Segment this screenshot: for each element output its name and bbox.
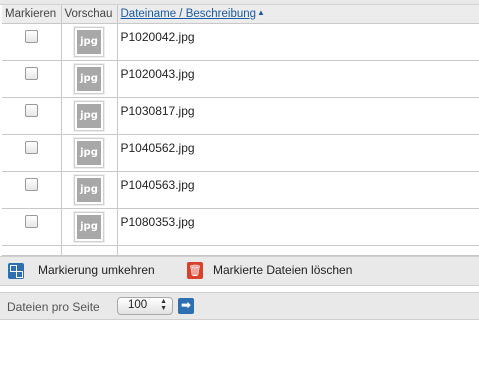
thumbnail-label: jpg [77,215,101,239]
jpg-thumbnail-icon[interactable]: jpg [74,212,104,242]
column-header-preview: Vorschau [60,5,117,24]
file-name[interactable]: P1040563.jpg [118,172,479,192]
jpg-thumbnail-icon[interactable]: jpg [74,101,104,131]
delete-selected-link[interactable]: Markierte Dateien löschen [213,263,352,277]
file-table: Markieren Vorschau Dateiname / Beschreib… [2,5,479,256]
jpg-thumbnail-icon[interactable]: jpg [74,138,104,168]
trash-icon[interactable]: 🗑 [187,262,203,279]
jpg-thumbnail-icon[interactable]: jpg [74,175,104,205]
row-checkbox[interactable] [24,67,38,80]
invert-selection-icon[interactable] [8,263,24,279]
thumbnail-label: jpg [77,141,101,165]
thumbnail-label: jpg [77,104,101,128]
file-name[interactable]: P1030817.jpg [118,98,479,118]
row-checkbox[interactable] [24,178,38,191]
thumbnail-label: jpg [77,67,101,91]
table-row: jpg P1030817.jpg [2,97,479,135]
table-row: jpg P1040563.jpg [2,171,479,209]
thumbnail-label: jpg [77,30,101,54]
sort-ascending-icon: ▲ [257,8,265,17]
select-stepper-icon: ▲ ▼ [160,298,167,312]
row-checkbox[interactable] [24,141,38,154]
row-checkbox[interactable] [24,30,38,43]
table-header-row: Markieren Vorschau Dateiname / Beschreib… [2,5,479,24]
row-checkbox[interactable] [24,215,38,228]
files-per-page-select[interactable]: 100 ▲ ▼ [117,297,173,315]
files-per-page-value: 100 [128,299,148,311]
file-name[interactable]: P1020043.jpg [118,61,479,81]
table-row: jpg P1020043.jpg [2,60,479,98]
row-checkbox[interactable] [24,104,38,117]
file-name[interactable]: P1040562.jpg [118,135,479,155]
sort-by-filename-link[interactable]: Dateiname / Beschreibung [121,8,257,20]
column-header-select: Markieren [2,5,61,24]
table-row: jpg P1040562.jpg [2,134,479,172]
thumbnail-label: jpg [77,178,101,202]
file-name[interactable]: P1080353.jpg [118,209,479,229]
table-row: jpg P1080353.jpg [2,208,479,246]
arrow-right-icon[interactable]: ➡ [178,298,194,314]
file-name[interactable]: P1020042.jpg [118,24,479,44]
paging-bar: Dateien pro Seite 100 ▲ ▼ ➡ [0,292,479,320]
table-spacer-row [2,245,479,256]
jpg-thumbnail-icon[interactable]: jpg [74,64,104,94]
invert-selection-link[interactable]: Markierung umkehren [38,263,155,277]
column-header-filename[interactable]: Dateiname / Beschreibung▲ [116,5,479,24]
table-row: jpg P1020042.jpg [2,23,479,61]
selection-actions-bar: Markierung umkehren 🗑 Markierte Dateien … [0,256,479,286]
jpg-thumbnail-icon[interactable]: jpg [74,27,104,57]
files-per-page-label: Dateien pro Seite [7,300,100,314]
